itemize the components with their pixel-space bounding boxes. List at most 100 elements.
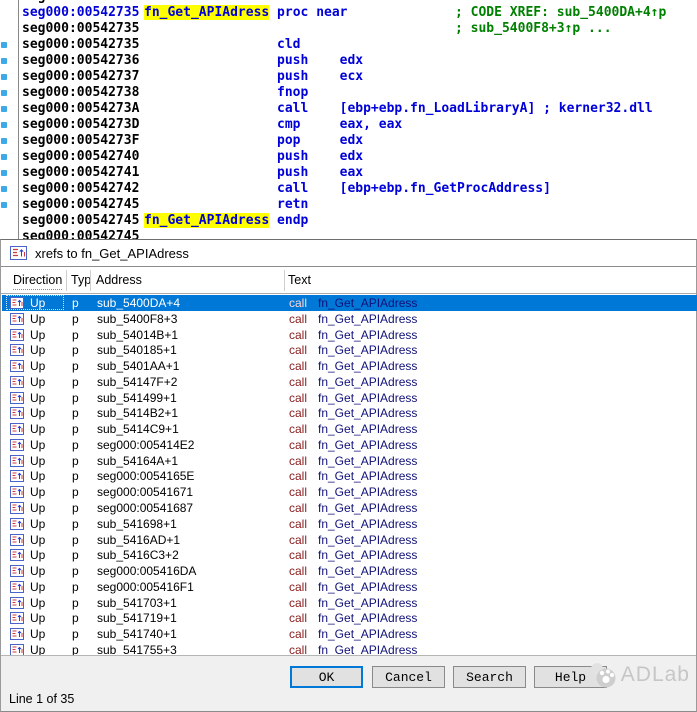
nav-dot-icon: [1, 42, 7, 48]
xref-text-mnemonic: call: [289, 469, 307, 483]
xref-table-row[interactable]: Uppsub_54164A+1callfn_Get_APIAdress: [2, 453, 697, 469]
xref-table-row[interactable]: Uppsub_54014B+1callfn_Get_APIAdress: [2, 327, 697, 343]
asm-address: seg000:00542741: [22, 165, 139, 180]
xref-direction: Up: [30, 501, 45, 515]
xref-type: p: [72, 533, 79, 547]
search-button[interactable]: Search: [453, 666, 526, 688]
asm-line[interactable]: seg000:00542735cld: [0, 37, 697, 53]
asm-line[interactable]: seg000:00542742call [ebp+ebp.fn_GetProcA…: [0, 181, 697, 197]
xref-table-row[interactable]: Uppsub_5416AD+1callfn_Get_APIAdress: [2, 532, 697, 548]
xref-type: p: [72, 627, 79, 641]
asm-line[interactable]: seg000:00542737push ecx: [0, 69, 697, 85]
xref-table-row[interactable]: Uppseg000:00541671callfn_Get_APIAdress: [2, 484, 697, 500]
asm-line[interactable]: seg000:00542741push eax: [0, 165, 697, 181]
dialog-titlebar[interactable]: xrefs to fn_Get_APIAdress: [1, 240, 696, 267]
xref-address: seg000:0054165E: [97, 469, 194, 483]
xref-table-row[interactable]: Uppsub_541703+1callfn_Get_APIAdress: [2, 595, 697, 611]
highlighted-function-name[interactable]: fn_Get_APIAdress: [144, 5, 269, 20]
asm-line[interactable]: seg000:00542735 ; sub_5400F8+3↑p ...: [0, 21, 697, 37]
xref-table-row[interactable]: Uppsub_5400DA+4callfn_Get_APIAdress: [2, 295, 697, 311]
nav-dot-icon: [1, 106, 7, 112]
asm-line[interactable]: seg000:00542745retn: [0, 197, 697, 213]
asm-function-name-block: fn_Get_APIAdress endp: [144, 213, 308, 228]
ok-button[interactable]: OK: [290, 666, 363, 688]
column-divider[interactable]: [284, 270, 285, 291]
xref-table-row[interactable]: Uppseg000:0054165Ecallfn_Get_APIAdress: [2, 468, 697, 484]
asm-line[interactable]: seg000:00542745: [0, 229, 697, 239]
disassembly-listing[interactable]: seg000:00542735seg000:00542735fn_Get_API…: [0, 0, 697, 239]
xref-text-mnemonic: call: [289, 517, 307, 531]
xref-address: sub_541719+1: [97, 611, 177, 625]
cancel-button[interactable]: Cancel: [372, 666, 445, 688]
asm-line[interactable]: seg000:00542738fnop: [0, 85, 697, 101]
asm-line[interactable]: seg000:0054273Fpop edx: [0, 133, 697, 149]
xref-text-target: fn_Get_APIAdress: [318, 328, 417, 342]
column-divider[interactable]: [66, 270, 67, 291]
column-header-address[interactable]: Address: [96, 273, 142, 287]
column-header-text[interactable]: Text: [288, 273, 311, 287]
xref-type: p: [72, 611, 79, 625]
xref-table-row[interactable]: Uppsub_541499+1callfn_Get_APIAdress: [2, 390, 697, 406]
xref-table-row[interactable]: Uppsub_540185+1callfn_Get_APIAdress: [2, 342, 697, 358]
asm-instruction: pop edx: [277, 133, 363, 148]
xref-table-row[interactable]: Uppsub_54147F+2callfn_Get_APIAdress: [2, 374, 697, 390]
xref-type: p: [72, 375, 79, 389]
column-header-direction[interactable]: Direction: [13, 273, 62, 290]
xref-type: p: [72, 548, 79, 562]
xref-table-row[interactable]: Uppseg000:005416F1callfn_Get_APIAdress: [2, 579, 697, 595]
asm-line[interactable]: seg000:00542745 fn_Get_APIAdress endp: [0, 213, 697, 229]
xref-text-mnemonic: call: [289, 296, 307, 310]
xref-type: p: [72, 485, 79, 499]
xrefs-dialog: xrefs to fn_Get_APIAdress Direction Typ …: [0, 239, 697, 712]
asm-line[interactable]: seg000:00542740push edx: [0, 149, 697, 165]
xref-table-row[interactable]: Uppseg000:005414E2callfn_Get_APIAdress: [2, 437, 697, 453]
asm-address: seg000:00542745: [22, 213, 139, 228]
xref-table-row[interactable]: Uppsub_5400F8+3callfn_Get_APIAdress: [2, 311, 697, 327]
xref-table-row[interactable]: Uppsub_5416C3+2callfn_Get_APIAdress: [2, 547, 697, 563]
xref-text-mnemonic: call: [289, 359, 307, 373]
xref-text-target: fn_Get_APIAdress: [318, 391, 417, 405]
xref-row-icon: [10, 313, 24, 325]
xref-direction: Up: [30, 375, 45, 389]
xref-direction: Up: [30, 391, 45, 405]
xref-text-mnemonic: call: [289, 580, 307, 594]
asm-address: seg000:00542735: [22, 21, 139, 36]
asm-line[interactable]: seg000:00542736push edx: [0, 53, 697, 69]
asm-address: seg000:0054273D: [22, 117, 139, 132]
xref-table-body: Uppsub_5400DA+4callfn_Get_APIAdressUppsu…: [2, 295, 697, 657]
xref-direction: Up: [30, 454, 45, 468]
xref-table-row[interactable]: Uppsub_5414C9+1callfn_Get_APIAdress: [2, 421, 697, 437]
xref-address: sub_54147F+2: [97, 375, 177, 389]
asm-instruction: fnop: [277, 85, 308, 100]
xref-address: sub_541703+1: [97, 596, 177, 610]
xref-row-icon: [10, 392, 24, 404]
xref-table-row[interactable]: Uppsub_541740+1callfn_Get_APIAdress: [2, 626, 697, 642]
xref-table-row[interactable]: Uppsub_541698+1callfn_Get_APIAdress: [2, 516, 697, 532]
nav-dot-icon: [1, 122, 7, 128]
xref-table-row[interactable]: Uppseg000:005416DAcallfn_Get_APIAdress: [2, 563, 697, 579]
asm-address: seg000:00542737: [22, 69, 139, 84]
xref-comment: ; sub_5400F8+3↑p ...: [455, 21, 612, 36]
xref-address: seg000:005414E2: [97, 438, 194, 452]
xref-address: sub_5400F8+3: [97, 312, 177, 326]
xref-text-mnemonic: call: [289, 312, 307, 326]
asm-address: seg000:00542735: [22, 0, 139, 4]
asm-line[interactable]: seg000:00542735fn_Get_APIAdress proc nea…: [0, 5, 697, 21]
highlighted-function-name[interactable]: fn_Get_APIAdress: [144, 213, 269, 228]
asm-instruction: call [ebp+ebp.fn_GetProcAddress]: [277, 181, 551, 196]
xref-row-icon: [10, 455, 24, 467]
xref-row-icon: [10, 376, 24, 388]
asm-line[interactable]: seg000:0054273Dcmp eax, eax: [0, 117, 697, 133]
xref-table-row[interactable]: Uppseg000:00541687callfn_Get_APIAdress: [2, 500, 697, 516]
nav-dot-icon: [1, 170, 7, 176]
column-divider[interactable]: [90, 270, 91, 291]
asm-line[interactable]: seg000:0054273Acall [ebp+ebp.fn_LoadLibr…: [0, 101, 697, 117]
xref-text-target: fn_Get_APIAdress: [318, 422, 417, 436]
xref-table-row[interactable]: Uppsub_541719+1callfn_Get_APIAdress: [2, 610, 697, 626]
column-header-typ[interactable]: Typ: [71, 273, 91, 287]
xref-text-target: fn_Get_APIAdress: [318, 548, 417, 562]
xref-table-row[interactable]: Uppsub_5401AA+1callfn_Get_APIAdress: [2, 358, 697, 374]
xref-table-row[interactable]: Uppsub_5414B2+1callfn_Get_APIAdress: [2, 405, 697, 421]
xref-dialog-icon: [10, 246, 27, 260]
xref-address: sub_541740+1: [97, 627, 177, 641]
